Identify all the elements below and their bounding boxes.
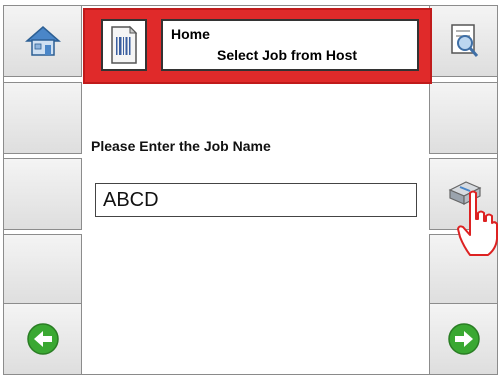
left-button-2[interactable]	[3, 82, 82, 154]
job-name-input[interactable]	[95, 183, 417, 217]
left-button-4[interactable]	[3, 234, 82, 306]
right-button-2[interactable]	[429, 82, 498, 154]
arrow-right-icon	[447, 323, 480, 355]
page-title: Home	[171, 26, 210, 42]
barcode-document-icon	[111, 25, 138, 64]
next-button[interactable]	[429, 303, 498, 375]
search-document-icon	[450, 24, 478, 57]
home-icon	[24, 26, 61, 56]
arrow-left-icon	[26, 323, 59, 355]
hand-pointer-icon	[457, 190, 498, 256]
left-button-3[interactable]	[3, 158, 82, 230]
search-button[interactable]	[429, 5, 498, 77]
left-button-column	[3, 5, 82, 375]
page-subtitle: Select Job from Host	[217, 47, 358, 63]
header-bar: Home Select Job from Host	[83, 8, 432, 84]
job-barcode-button[interactable]	[101, 19, 147, 71]
header-text-box: Home Select Job from Host	[161, 19, 419, 71]
job-name-prompt: Please Enter the Job Name	[91, 138, 271, 154]
home-button[interactable]	[3, 5, 82, 77]
back-button[interactable]	[3, 303, 82, 375]
